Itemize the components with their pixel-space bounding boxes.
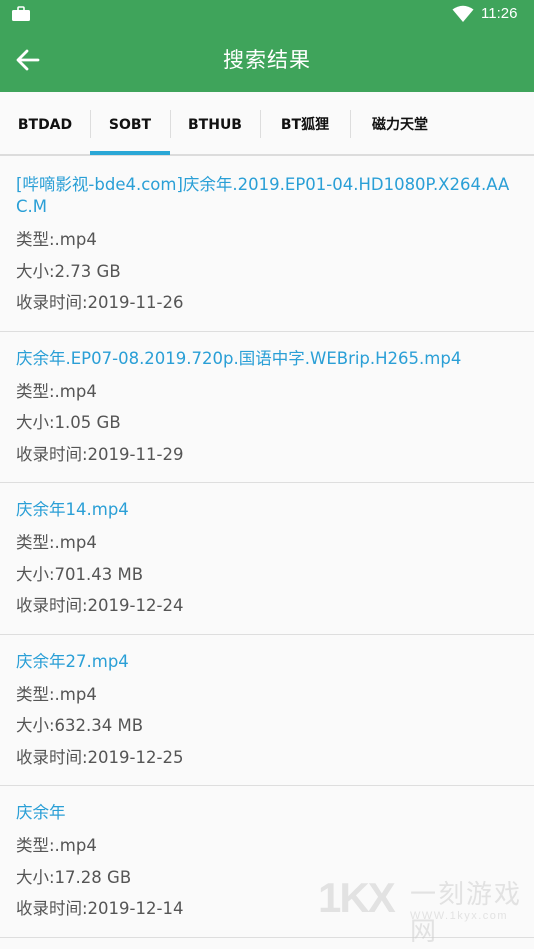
tab-bt-fox[interactable]: BT狐狸	[260, 92, 350, 156]
result-type: 类型:.mp4	[16, 230, 97, 249]
result-list: [哔嘀影视-bde4.com]庆余年.2019.EP01-04.HD1080P.…	[0, 158, 534, 938]
tab-bthub[interactable]: BTHUB	[170, 92, 260, 156]
list-item[interactable]: 庆余年14.mp4 类型:.mp4 大小:701.43 MB 收录时间:2019…	[0, 483, 534, 635]
app-bar: 搜索结果	[0, 28, 534, 92]
result-date: 收录时间:2019-12-14	[16, 899, 184, 918]
briefcase-icon	[12, 6, 30, 21]
tab-sobt[interactable]: SOBT	[90, 92, 170, 156]
arrow-left-icon[interactable]	[14, 46, 42, 74]
tab-indicator	[90, 151, 170, 155]
result-name[interactable]: [哔嘀影视-bde4.com]庆余年.2019.EP01-04.HD1080P.…	[16, 174, 518, 218]
result-size: 大小:701.43 MB	[16, 564, 144, 584]
result-date: 收录时间:2019-11-29	[16, 444, 184, 464]
list-item[interactable]: 庆余年 类型:.mp4 大小:17.28 GB 收录时间:2019-12-14	[0, 786, 534, 938]
result-size: 大小:632.34 MB	[16, 716, 144, 735]
tab-btdad[interactable]: BTDAD	[0, 92, 90, 156]
result-date: 收录时间:2019-12-25	[16, 747, 184, 767]
result-name[interactable]: 庆余年14.mp4	[16, 499, 518, 521]
result-date: 收录时间:2019-11-26	[16, 293, 184, 312]
result-size: 大小:17.28 GB	[16, 867, 132, 887]
list-item[interactable]: 庆余年27.mp4 类型:.mp4 大小:632.34 MB 收录时间:2019…	[0, 635, 534, 786]
result-type: 类型:.mp4	[16, 836, 97, 855]
result-name[interactable]: 庆余年27.mp4	[16, 651, 518, 673]
page-title: 搜索结果	[223, 48, 311, 72]
tab-cili-tiantang[interactable]: 磁力天堂	[350, 92, 450, 156]
list-item[interactable]: 庆余年.EP07-08.2019.720p.国语中字.WEBrip.H265.m…	[0, 332, 534, 483]
list-item[interactable]: [哔嘀影视-bde4.com]庆余年.2019.EP01-04.HD1080P.…	[0, 158, 534, 332]
result-type: 类型:.mp4	[16, 381, 97, 401]
result-type: 类型:.mp4	[16, 684, 97, 704]
result-size: 大小:1.05 GB	[16, 413, 121, 432]
status-time: 11:26	[481, 5, 518, 22]
result-type: 类型:.mp4	[16, 533, 97, 552]
result-name[interactable]: 庆余年	[16, 802, 518, 824]
result-size: 大小:2.73 GB	[16, 261, 121, 281]
wifi-icon	[452, 5, 474, 22]
result-date: 收录时间:2019-12-24	[16, 596, 184, 615]
status-bar: 11:26	[0, 0, 534, 28]
result-name[interactable]: 庆余年.EP07-08.2019.720p.国语中字.WEBrip.H265.m…	[16, 348, 518, 370]
source-tabs: BTDAD SOBT BTHUB BT狐狸 磁力天堂	[0, 92, 534, 156]
